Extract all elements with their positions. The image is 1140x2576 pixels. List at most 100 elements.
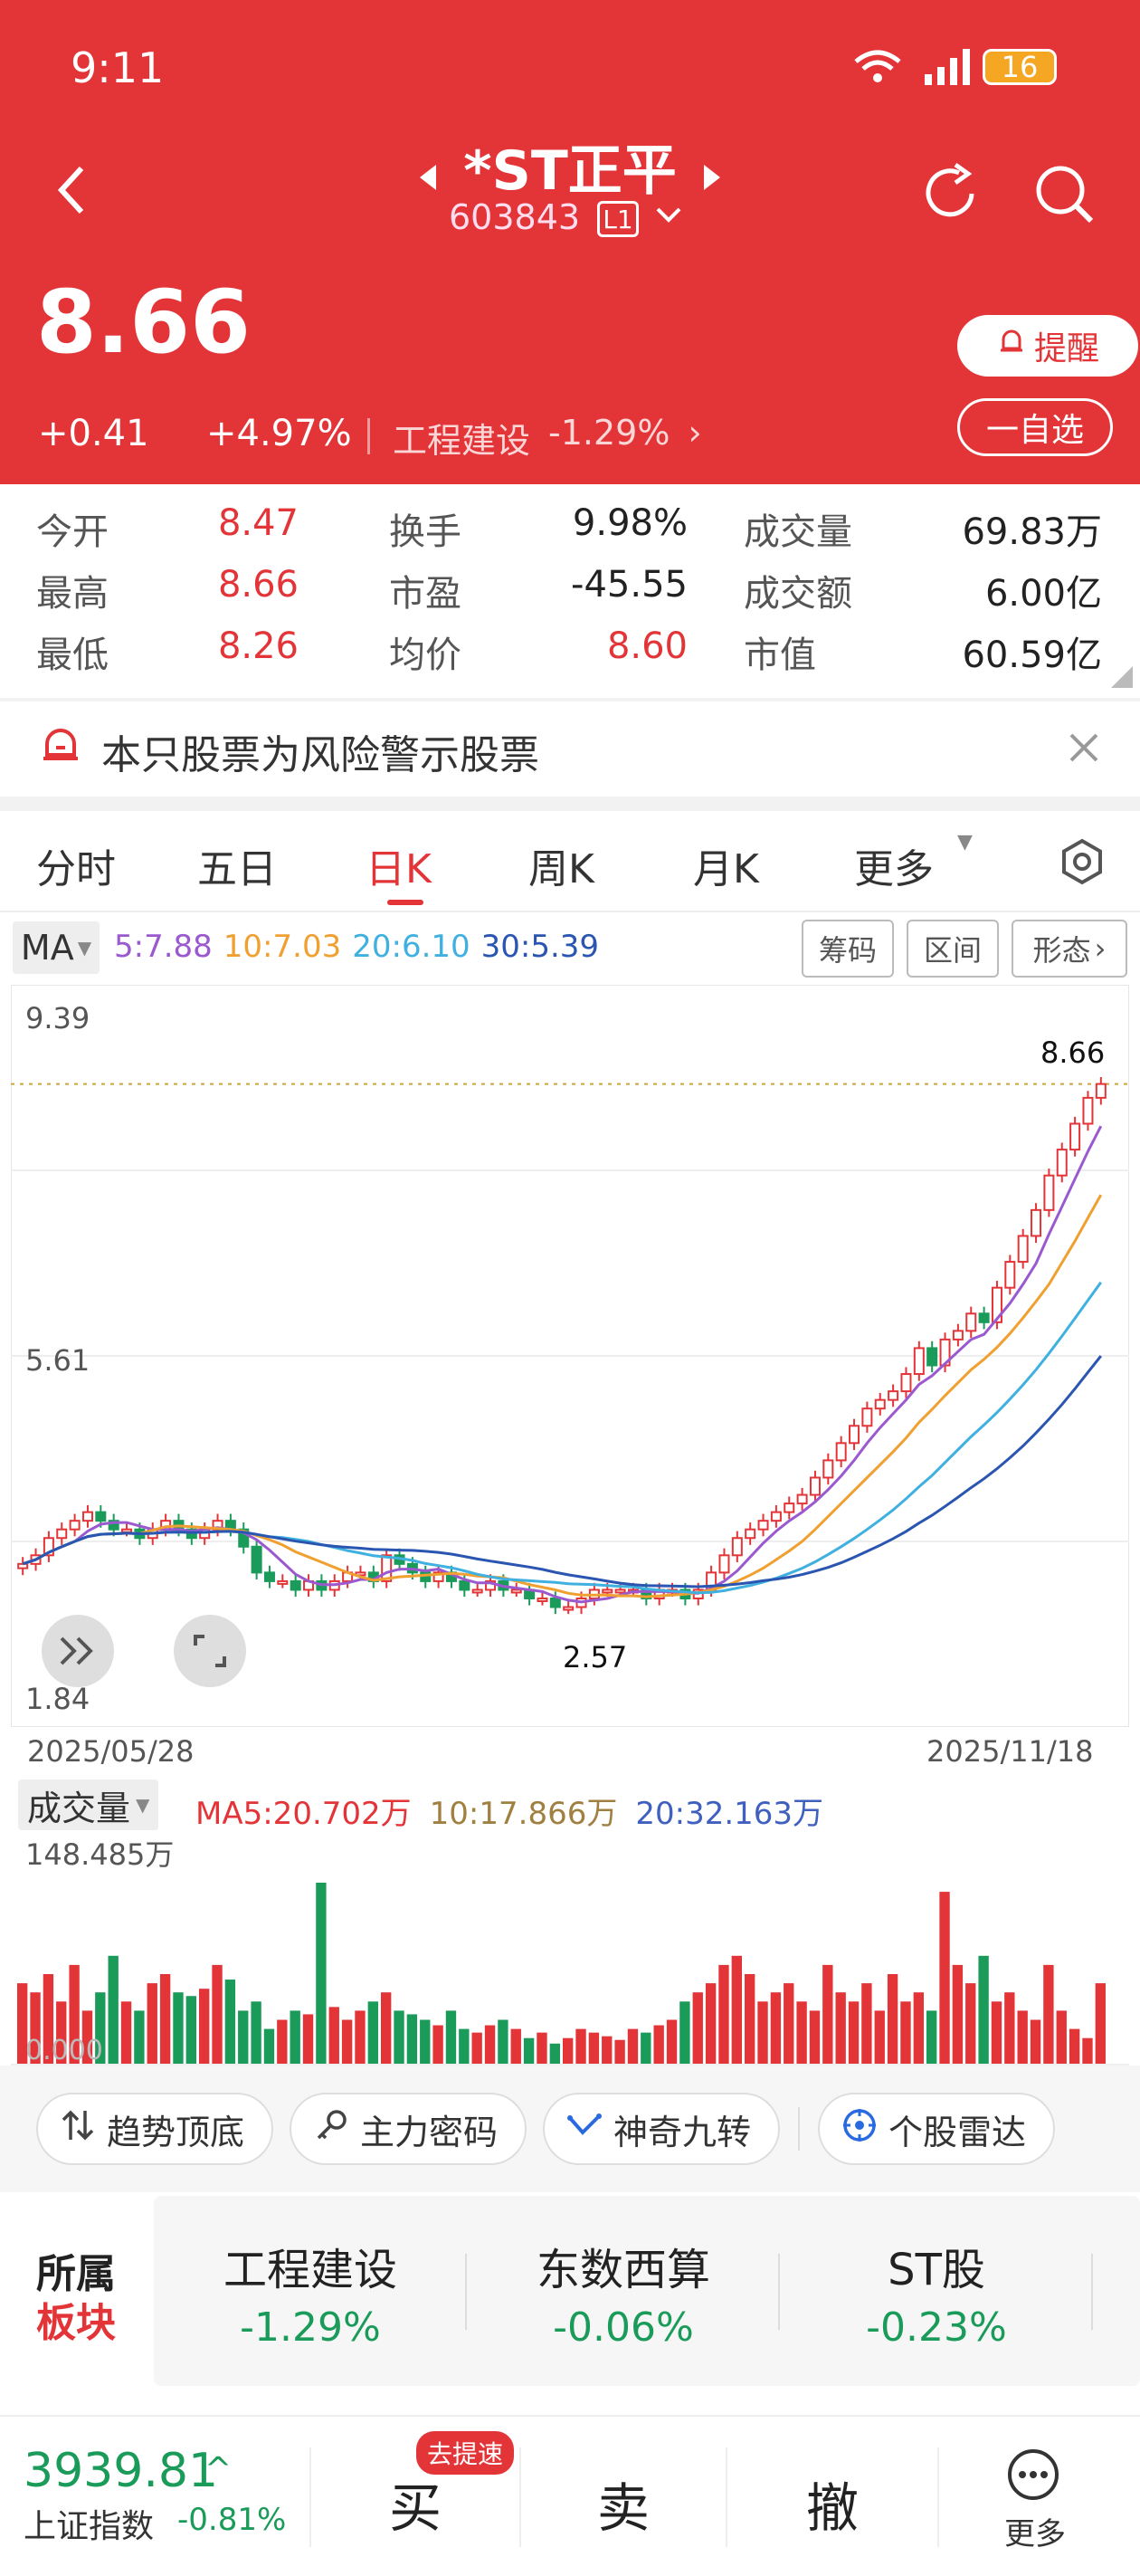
candle-body (1017, 1235, 1029, 1264)
sector-item[interactable]: 东数西算 -0.06% (467, 2234, 780, 2351)
quote-label: 成交额 (744, 573, 852, 615)
candle-body (784, 1503, 795, 1513)
kline-chart[interactable] (10, 984, 1130, 1728)
candle-body (770, 1511, 782, 1522)
tool-radar[interactable]: 个股雷达 (818, 2093, 1055, 2165)
key-icon (313, 2107, 349, 2151)
volume-bar (679, 2001, 690, 2066)
ma-selector[interactable]: MA ▼ (13, 921, 100, 974)
candle-body (849, 1425, 860, 1445)
quote-label: 换手 (389, 511, 461, 553)
sector-item[interactable]: 工程建设 -1.29% (154, 2234, 467, 2351)
volume-bar (498, 2019, 508, 2066)
candle-body (602, 1589, 613, 1594)
remind-button[interactable]: 提醒 (957, 315, 1138, 377)
candle-body (1082, 1096, 1094, 1125)
chevron-down-icon[interactable] (655, 206, 682, 228)
risk-warning-text: 本只股票为风险警示股票 (101, 732, 539, 778)
divider (0, 698, 1140, 701)
tool-nine[interactable]: 神奇九转 (543, 2093, 780, 2165)
candle-body (537, 1597, 548, 1602)
volume-bar (185, 1996, 196, 2066)
back-icon[interactable] (52, 163, 89, 221)
sector-item[interactable]: ST股 -0.23% (780, 2234, 1093, 2351)
watchlist-button[interactable]: 一自选 (957, 398, 1113, 456)
fullscreen-icon[interactable] (174, 1615, 246, 1687)
ma-values: 5:7.88 10:7.03 20:6.10 30:5.39 (114, 929, 600, 965)
candle-body (822, 1459, 834, 1479)
volume-bar (316, 1883, 327, 2066)
volume-bar (471, 2032, 482, 2066)
quote-label: 最高 (36, 573, 109, 615)
sector-link[interactable]: 工程建设 -1.29% › (393, 413, 702, 463)
chips-button[interactable]: 筹码 (802, 920, 894, 978)
prev-stock-icon[interactable] (418, 163, 438, 196)
volume-bar (822, 1964, 833, 2066)
quote-label: 最低 (36, 634, 109, 676)
volume-bar (263, 2028, 275, 2066)
sector-title-2: 板块 (36, 2300, 116, 2346)
index-name: 上证指数 (24, 2508, 155, 2545)
divider (0, 911, 1140, 912)
volume-min: 0.000 (25, 2035, 103, 2066)
scroll-left-icon[interactable] (42, 1615, 114, 1687)
pattern-button[interactable]: 形态 › (1012, 920, 1127, 978)
buy-button[interactable]: 买 (311, 2466, 519, 2542)
candle-body (861, 1407, 873, 1427)
settings-icon[interactable] (1059, 838, 1106, 889)
candle-body (549, 1597, 561, 1608)
tab-0[interactable]: 分时 (36, 836, 116, 894)
index-change: -0.81% (177, 2502, 287, 2538)
quote-label: 市值 (744, 634, 816, 676)
current-price: 8.66 (36, 272, 251, 373)
volume-bar (445, 2010, 457, 2066)
range-button[interactable]: 区间 (907, 920, 999, 978)
candle-body (121, 1528, 133, 1533)
volume-chart[interactable] (11, 1865, 1129, 2066)
stock-header: 9:11 16 *ST正平 603843 L1 8.66 +0.41 +4.97… (0, 0, 1140, 484)
price-change-pct: +4.97% (206, 413, 352, 454)
tool-code[interactable]: 主力密码 (290, 2093, 527, 2165)
next-stock-icon[interactable] (702, 163, 722, 196)
volume-bar (653, 2025, 664, 2066)
index-value[interactable]: 3939.81 (24, 2444, 218, 2498)
refresh-icon[interactable] (919, 161, 983, 228)
volume-bar (835, 1992, 846, 2066)
candle-body (757, 1520, 769, 1531)
candle-body (614, 1589, 626, 1594)
tool-trend[interactable]: 趋势顶底 (36, 2093, 273, 2165)
expand-corner-icon[interactable] (1111, 666, 1133, 692)
signal-icon (923, 49, 974, 89)
volume-bar (523, 2037, 535, 2066)
candle-body (1004, 1261, 1016, 1289)
updown-arrows-icon (60, 2107, 96, 2151)
low-price-label: 2.57 (563, 1640, 628, 1674)
volume-bar (965, 1983, 976, 2066)
divider (937, 2447, 939, 2547)
close-icon[interactable] (1068, 731, 1100, 768)
volume-bar (1056, 2010, 1067, 2066)
tab-2[interactable]: 日K (366, 836, 432, 894)
volume-bar (641, 2032, 651, 2066)
volume-ma-values: MA5:20.702万 10:17.866万 20:32.163万 (195, 1796, 824, 1832)
volume-bar (224, 1980, 236, 2066)
sell-button[interactable]: 卖 (521, 2466, 726, 2542)
volume-bar (575, 2028, 586, 2066)
tab-3[interactable]: 周K (528, 836, 594, 894)
candle-body (1095, 1083, 1107, 1099)
volume-bar (705, 1983, 717, 2066)
tab-4[interactable]: 月K (693, 836, 759, 894)
tab-5[interactable]: 更多 (854, 836, 934, 894)
volume-bar (784, 1983, 794, 2066)
search-icon[interactable] (1031, 161, 1097, 230)
candle-body (95, 1511, 107, 1522)
tab-underline (387, 900, 423, 905)
tab-1[interactable]: 五日 (197, 836, 277, 894)
volume-selector[interactable]: 成交量 ▼ (18, 1779, 159, 1830)
candle-body (965, 1312, 977, 1332)
candle-body (459, 1579, 470, 1591)
ma20-line (22, 1281, 1103, 1595)
candle-body (290, 1579, 301, 1591)
cancel-order-button[interactable]: 撤 (727, 2466, 937, 2542)
more-icon[interactable] (1006, 2447, 1060, 2505)
